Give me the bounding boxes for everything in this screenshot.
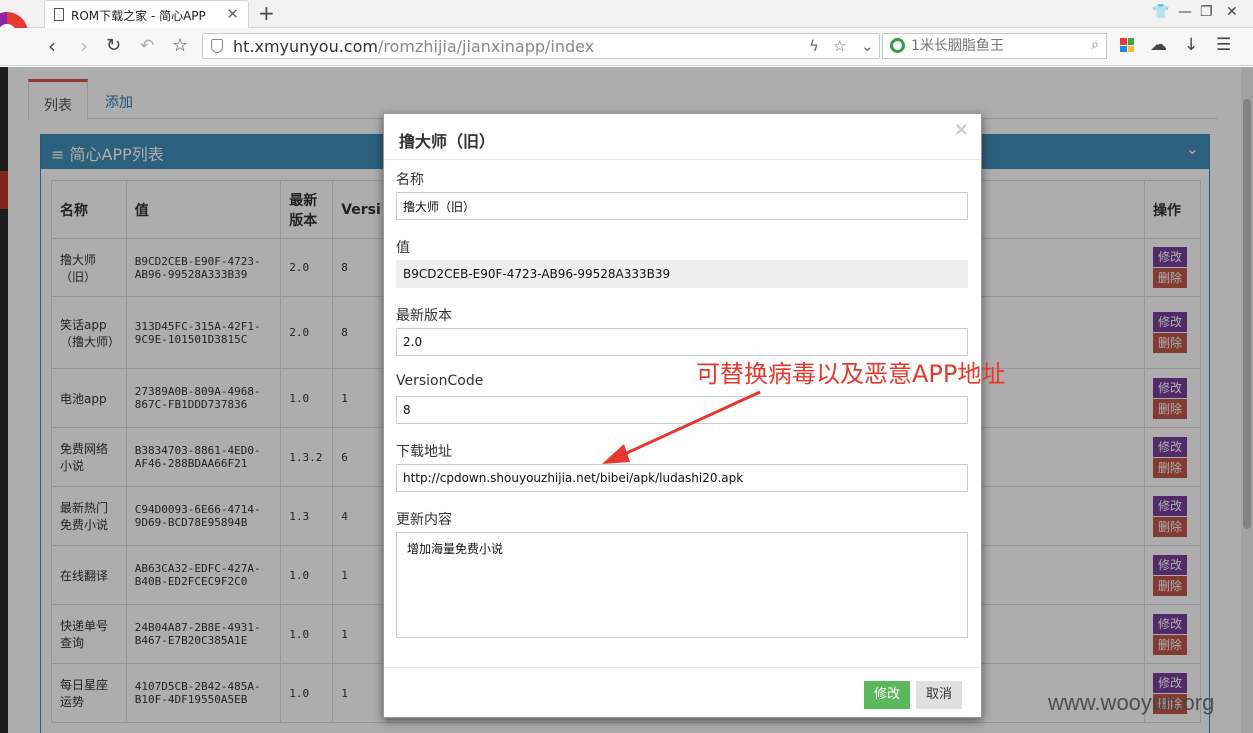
watermark: www.wooyun.org <box>1048 690 1215 715</box>
annotation-arrow-icon <box>602 390 761 464</box>
annotation-text: 可替换病毒以及恶意APP地址 <box>696 360 1006 388</box>
